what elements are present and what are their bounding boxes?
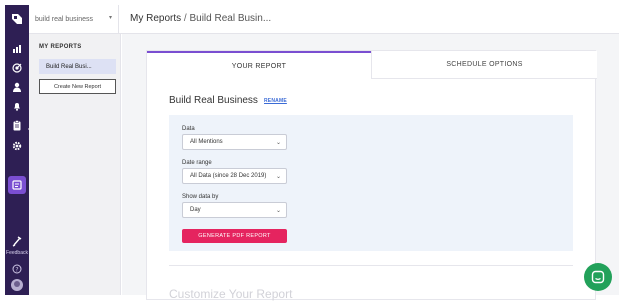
chat-button[interactable]	[584, 263, 612, 291]
divider	[169, 265, 573, 266]
workspace-selector[interactable]: build real business ▾	[29, 5, 119, 33]
clipboard-icon[interactable]	[5, 118, 29, 132]
sidebar-heading: MY REPORTS	[39, 44, 82, 50]
chevron-down-icon: ▾	[108, 15, 112, 21]
svg-text:?: ?	[15, 266, 18, 273]
chat-icon	[591, 270, 605, 284]
tab-schedule-options[interactable]: SCHEDULE OPTIONS	[371, 51, 597, 79]
report-form: Data All Mentions ⌄ Date range All Data …	[169, 115, 573, 251]
bell-icon[interactable]	[5, 99, 29, 113]
help-icon[interactable]: ?	[5, 262, 29, 276]
date-range-label: Date range	[182, 160, 212, 166]
data-label: Data	[182, 126, 195, 132]
report-card: YOUR REPORT SCHEDULE OPTIONS Build Real …	[146, 50, 597, 301]
reports-sidebar: MY REPORTS Build Real Busi... Create New…	[29, 34, 121, 295]
breadcrumb-root[interactable]: My Reports	[130, 13, 181, 24]
chevron-down-icon: ⌄	[275, 208, 281, 214]
logo-icon[interactable]	[5, 11, 29, 27]
feedback-label[interactable]: Feedback	[5, 250, 29, 256]
generate-pdf-button[interactable]: GENERATE PDF REPORT	[182, 229, 287, 243]
radar-icon[interactable]	[5, 61, 29, 75]
bar-chart-icon[interactable]	[5, 42, 29, 56]
workspace-name: build real business	[35, 15, 93, 23]
data-select-value: All Mentions	[190, 139, 223, 145]
sidebar-item-report[interactable]: Build Real Busi...	[39, 59, 116, 74]
user-icon[interactable]	[5, 80, 29, 94]
show-data-by-value: Day	[190, 207, 201, 213]
tab-your-report[interactable]: YOUR REPORT	[147, 51, 371, 79]
main-content: YOUR REPORT SCHEDULE OPTIONS Build Real …	[122, 34, 619, 301]
rename-link[interactable]: RENAME	[264, 98, 287, 104]
breadcrumb-current: Build Real Busin...	[189, 13, 272, 24]
data-select[interactable]: All Mentions ⌄	[182, 134, 287, 150]
chevron-down-icon: ⌄	[275, 174, 281, 180]
breadcrumb-separator: /	[183, 13, 187, 24]
top-bar: build real business ▾ My Reports / Build…	[29, 5, 619, 34]
date-range-value: All Data (since 28 Dec 2019)	[190, 173, 267, 179]
feedback-icon[interactable]	[5, 234, 29, 248]
gear-icon[interactable]	[5, 139, 29, 153]
avatar[interactable]	[11, 279, 23, 291]
customize-section-title: Customize Your Report	[169, 287, 293, 301]
chevron-down-icon: ⌄	[275, 140, 281, 146]
show-data-by-label: Show data by	[182, 194, 219, 200]
reports-icon[interactable]	[8, 176, 26, 194]
show-data-by-select[interactable]: Day ⌄	[182, 202, 287, 218]
icon-rail: Feedback ?	[5, 5, 32, 295]
breadcrumb: My Reports / Build Real Busin...	[130, 13, 271, 24]
create-report-button[interactable]: Create New Report	[39, 79, 116, 94]
date-range-select[interactable]: All Data (since 28 Dec 2019) ⌄	[182, 168, 287, 184]
report-title: Build Real Business	[169, 95, 258, 106]
